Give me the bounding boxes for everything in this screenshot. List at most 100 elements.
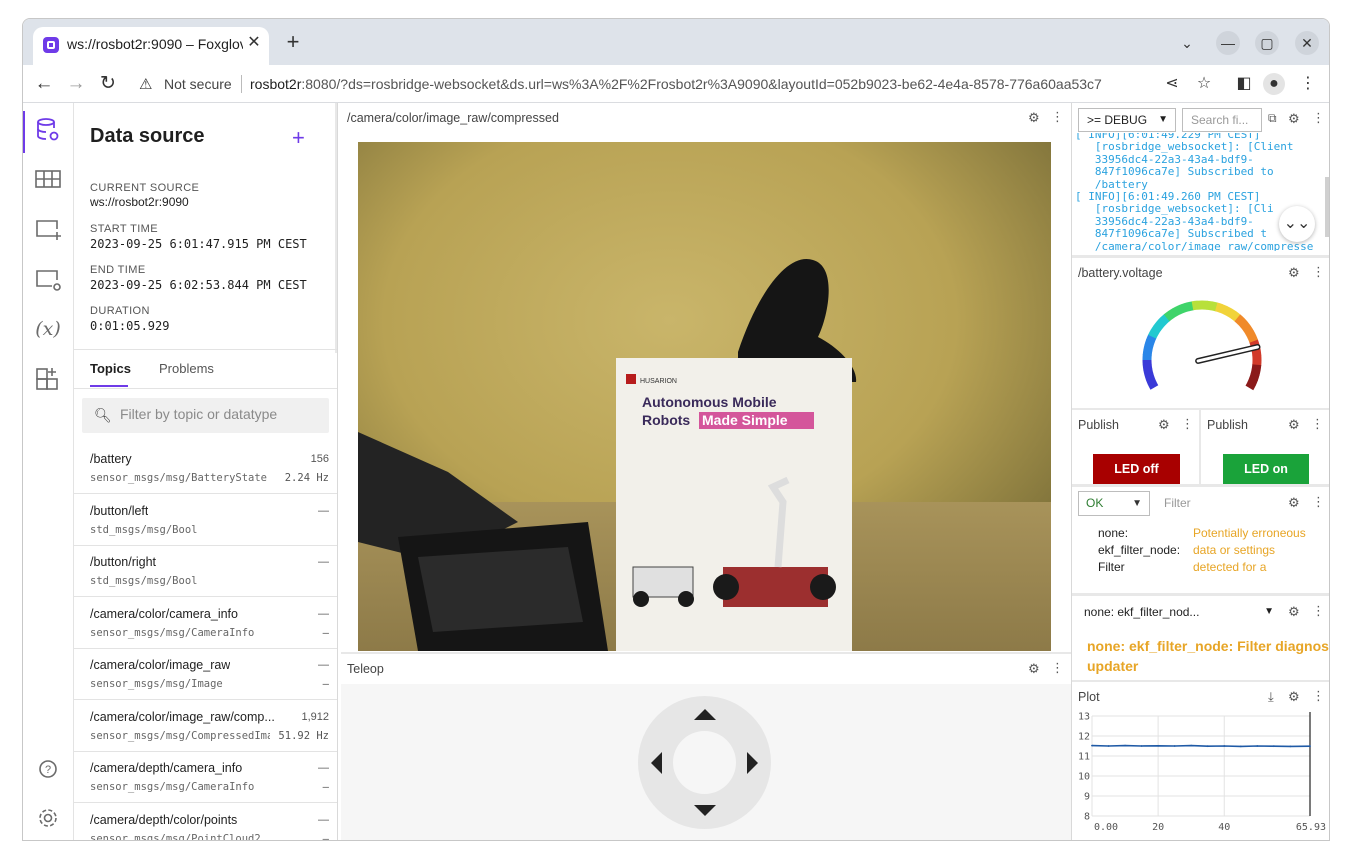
address-bar[interactable]: ⚠ Not secure rosbot2r:8080/?ds=rosbridge… xyxy=(131,69,1231,99)
arrow-up-icon[interactable] xyxy=(694,709,716,720)
panel-menu-icon[interactable]: ⋮ xyxy=(1312,264,1325,280)
tab-topics[interactable]: Topics xyxy=(90,361,131,376)
browser-tab[interactable]: ws://rosbot2r:9090 – Foxglove ✕ xyxy=(33,27,269,65)
topic-row[interactable]: /battery sensor_msgs/msg/BatteryState 156 2… xyxy=(74,443,337,494)
new-tab-button[interactable]: + xyxy=(281,31,305,55)
log-line: 847f1096ca7e] Subscribed to xyxy=(1075,165,1274,179)
panel-settings-gear-icon[interactable]: ⚙ xyxy=(1288,265,1300,281)
gauge-arc-segment xyxy=(1251,364,1262,371)
topic-frequency: — xyxy=(322,781,329,793)
active-tab-underline xyxy=(90,385,128,387)
topic-row[interactable]: /camera/color/image_raw sensor_msgs/msg/I… xyxy=(74,649,337,700)
panel-settings-gear-icon[interactable]: ⚙ xyxy=(1288,689,1300,705)
panel-menu-icon[interactable]: ⋮ xyxy=(1051,109,1064,125)
teleop-panel: Teleop ⚙ ⋮ xyxy=(341,654,1071,840)
topic-row[interactable]: /camera/color/camera_info sensor_msgs/msg… xyxy=(74,598,337,649)
led-off-button[interactable]: LED off xyxy=(1093,454,1180,484)
topic-datatype: sensor_msgs/msg/CameraInfo xyxy=(90,626,255,639)
sidebar-scrollbar[interactable] xyxy=(335,103,337,353)
panel-settings-gear-icon[interactable]: ⚙ xyxy=(1288,417,1300,433)
gauge-arc-segment xyxy=(1145,376,1157,386)
diagnostic-key[interactable]: ekf_filter_node: xyxy=(1098,543,1180,557)
gauge-arc-segment xyxy=(1142,349,1153,356)
help-icon[interactable]: ? xyxy=(33,754,63,784)
close-tab-icon[interactable]: ✕ xyxy=(245,34,263,52)
active-indicator xyxy=(23,111,25,153)
profile-avatar-icon[interactable]: ● xyxy=(1263,73,1285,95)
panel-settings-gear-icon[interactable]: ⚙ xyxy=(1028,661,1040,677)
panel-settings-gear-icon[interactable]: ⚙ xyxy=(1158,417,1170,433)
plot-data-point xyxy=(1140,745,1143,747)
topic-message-count: 1,912 xyxy=(301,710,329,723)
panel-settings-gear-icon[interactable]: ⚙ xyxy=(1288,495,1300,511)
data-source-icon[interactable] xyxy=(33,115,63,145)
panel-menu-icon[interactable]: ⋮ xyxy=(1312,494,1325,510)
gauge-arc-segment xyxy=(1223,306,1233,317)
arrow-left-icon[interactable] xyxy=(651,752,662,774)
diagnostic-filter-input[interactable]: Filter xyxy=(1156,491,1276,516)
add-data-source-button[interactable]: + xyxy=(292,125,305,151)
bookmark-star-icon[interactable]: ☆ xyxy=(1193,73,1215,95)
panel-settings-icon[interactable] xyxy=(33,264,63,294)
layouts-icon[interactable] xyxy=(33,164,63,194)
log-scrollbar[interactable] xyxy=(1325,177,1329,237)
arrow-right-icon[interactable] xyxy=(747,752,758,774)
camera-image[interactable]: HUSARION Autonomous Mobile Robots Made S… xyxy=(358,142,1051,651)
reload-icon[interactable]: ↻ xyxy=(95,71,121,97)
topic-search-box[interactable]: 🔍︎ xyxy=(82,398,329,433)
download-icon[interactable]: ⤓ xyxy=(1268,689,1274,705)
tab-problems[interactable]: Problems xyxy=(159,361,214,376)
panel-menu-icon[interactable]: ⋮ xyxy=(1181,416,1194,432)
plot-chart[interactable]: 13 12 11 10 9 8 0.00 20 40 65.93 xyxy=(1072,708,1330,840)
topic-search-input[interactable] xyxy=(120,406,320,422)
panel-settings-gear-icon[interactable]: ⚙ xyxy=(1028,110,1040,126)
side-panel-icon[interactable]: ◧ xyxy=(1233,73,1255,95)
led-on-button[interactable]: LED on xyxy=(1223,454,1309,484)
window-minimize-button[interactable]: — xyxy=(1216,31,1240,55)
tab-search-chevron-icon[interactable]: ⌄ xyxy=(1175,31,1199,55)
diagnostic-node-select[interactable]: none: ekf_filter_nod... ▼ xyxy=(1078,600,1278,624)
window-close-button[interactable]: ✕ xyxy=(1295,31,1319,55)
topic-row[interactable]: /button/right std_msgs/msg/Bool — xyxy=(74,546,337,597)
topic-row[interactable]: /camera/color/image_raw/comp... sensor_ms… xyxy=(74,701,337,752)
gauge-arc-segment xyxy=(1247,377,1258,386)
add-panel-icon[interactable] xyxy=(33,214,63,244)
diagnostic-key[interactable]: Filter xyxy=(1098,560,1125,574)
plot-data-point xyxy=(1190,744,1193,747)
window-maximize-button[interactable]: ▢ xyxy=(1255,31,1279,55)
panel-settings-gear-icon[interactable]: ⚙ xyxy=(1288,111,1300,127)
panel-menu-icon[interactable]: ⋮ xyxy=(1312,688,1325,704)
log-level-select[interactable]: >= DEBUG ▼ xyxy=(1078,108,1176,132)
diagnostic-level-select[interactable]: OK ▼ xyxy=(1078,491,1150,516)
start-time-value: 2023-09-25 6:01:47.915 PM CEST xyxy=(90,237,307,251)
panel-menu-icon[interactable]: ⋮ xyxy=(1311,416,1324,432)
divider xyxy=(74,388,337,389)
warning-triangle-icon[interactable]: ⚠ xyxy=(139,75,152,93)
topic-name: /camera/color/camera_info xyxy=(90,606,238,621)
panel-menu-icon[interactable]: ⋮ xyxy=(1051,660,1064,676)
gauge-arc-segment xyxy=(1159,314,1170,325)
diagnostic-key[interactable]: none: xyxy=(1098,526,1128,540)
gauge-arc-segment xyxy=(1163,310,1174,322)
variables-icon[interactable]: (x) xyxy=(33,314,63,344)
browser-menu-icon[interactable]: ⋮ xyxy=(1297,73,1319,95)
panel-menu-icon[interactable]: ⋮ xyxy=(1312,110,1325,126)
copy-icon[interactable]: ⧉ xyxy=(1268,111,1277,126)
not-secure-label[interactable]: Not secure xyxy=(164,76,232,92)
topic-row[interactable]: /camera/depth/camera_info sensor_msgs/msg… xyxy=(74,752,337,803)
topic-datatype: sensor_msgs/msg/CompressedIma... xyxy=(90,729,270,742)
share-icon[interactable]: ⋖ xyxy=(1161,73,1183,95)
log-search-input[interactable]: Search fi... xyxy=(1182,108,1262,132)
arrow-down-icon[interactable] xyxy=(694,805,716,816)
plot-data-point xyxy=(1173,745,1176,747)
topic-row[interactable]: /camera/depth/color/points sensor_msgs/ms… xyxy=(74,804,337,841)
settings-gear-icon[interactable] xyxy=(33,803,63,833)
panel-menu-icon[interactable]: ⋮ xyxy=(1312,603,1325,619)
panel-settings-gear-icon[interactable]: ⚙ xyxy=(1288,604,1300,620)
scroll-to-bottom-icon[interactable]: ⌄⌄ xyxy=(1279,206,1315,242)
back-arrow-icon[interactable]: ← xyxy=(31,71,57,97)
topic-row[interactable]: /button/left std_msgs/msg/Bool — xyxy=(74,495,337,546)
extensions-icon[interactable] xyxy=(33,364,63,394)
forward-arrow-icon[interactable]: → xyxy=(63,71,89,97)
url-text[interactable]: rosbot2r:8080/?ds=rosbridge-websocket&ds… xyxy=(250,76,1102,92)
